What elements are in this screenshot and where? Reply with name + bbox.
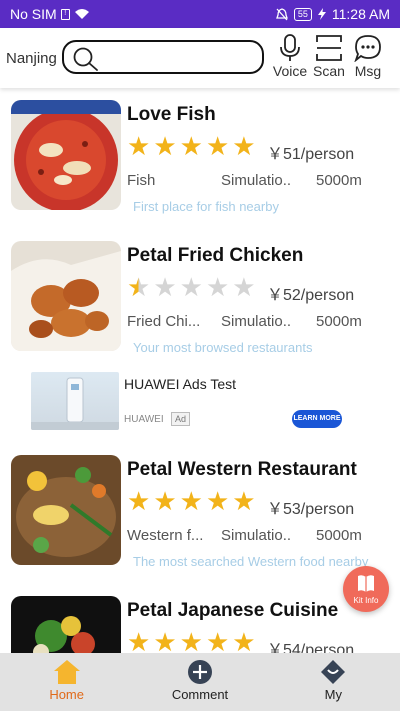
simulation-label: Simulatio..: [221, 527, 292, 544]
home-icon: [53, 660, 80, 684]
book-icon: [358, 575, 374, 592]
star-rating: ★ ★ ★ ★ ★: [127, 629, 256, 655]
profile-diamond-icon: [321, 660, 346, 684]
star-icon: ★: [205, 627, 230, 657]
ad-image: [31, 372, 119, 430]
nav-comment-label: Comment: [171, 687, 229, 702]
distance-label: 5000m: [316, 313, 362, 330]
add-circle-icon: [187, 660, 212, 684]
restaurant-card[interactable]: Petal Western Restaurant ★ ★ ★ ★ ★ ￥53/perso…: [0, 455, 400, 577]
star-icon: ★: [205, 272, 230, 302]
wifi-icon: [74, 9, 89, 19]
price-per-person: ￥51/person: [267, 146, 355, 163]
scan-icon: [316, 35, 342, 61]
bottom-navigation: Home Comment My: [0, 653, 400, 711]
nav-comment[interactable]: Comment: [133, 653, 266, 711]
simulation-label: Simulatio..: [221, 172, 292, 189]
star-icon: ★: [232, 486, 256, 516]
price-per-person: ￥53/person: [267, 501, 355, 518]
star-icon: ★: [179, 131, 203, 161]
star-icon: ★: [179, 272, 203, 302]
distance-label: 5000m: [316, 172, 362, 189]
nav-home[interactable]: Home: [0, 653, 133, 711]
ad-title: HUAWEI Ads Test: [124, 376, 237, 392]
microphone-icon: [280, 34, 300, 61]
battery-icon: 55: [293, 7, 312, 21]
star-icon: ★: [205, 486, 230, 516]
ad-banner[interactable]: HUAWEI Ads Test HUAWEI Ad LEARN MORE: [5, 366, 393, 438]
restaurant-name: Love Fish: [127, 104, 216, 125]
category-label: Western f...: [127, 527, 204, 544]
recommendation-tagline: First place for fish nearby: [133, 199, 279, 214]
chat-bubble-icon: [354, 35, 381, 62]
restaurant-image: [11, 100, 121, 210]
category-label: Fried Chi...: [127, 313, 201, 330]
ad-learn-more-button[interactable]: LEARN MORE: [292, 410, 342, 428]
restaurant-card[interactable]: Love Fish ★ ★ ★ ★ ★ ￥51/person Fish Simulati…: [0, 100, 400, 222]
star-icon: ★: [153, 272, 177, 302]
star-icon: ★: [232, 627, 256, 657]
restaurant-name: Petal Japanese Cuisine: [127, 600, 339, 621]
top-bar: Nanjing Voice Scan Msg: [0, 28, 400, 88]
mute-icon: [275, 7, 288, 20]
search-icon: [73, 47, 98, 71]
star-rating: ★ ★ ★ ★ ★: [127, 488, 256, 514]
star-icon: ★: [179, 486, 203, 516]
star-icon: ★: [127, 131, 151, 161]
scan-label: Scan: [313, 63, 345, 79]
status-bar: No SIM ! 55 11:28 AM: [0, 0, 400, 28]
restaurant-image: [11, 455, 121, 565]
nav-my-label: My: [324, 687, 342, 702]
voice-label: Voice: [272, 63, 308, 79]
msg-label: Msg: [354, 63, 382, 79]
price-per-person: ￥52/person: [267, 287, 355, 304]
star-icon: ★: [232, 272, 256, 302]
message-button[interactable]: Msg: [344, 34, 392, 79]
distance-label: 5000m: [316, 527, 362, 544]
recommendation-tagline: Your most browsed restaurants: [133, 340, 313, 355]
kit-info-label: Kit Info: [353, 596, 379, 605]
nav-home-label: Home: [49, 687, 84, 702]
restaurant-name: Petal Fried Chicken: [127, 245, 304, 266]
star-icon: ★: [153, 486, 177, 516]
search-input[interactable]: [62, 40, 264, 74]
star-icon: ★: [205, 131, 230, 161]
city-selector[interactable]: Nanjing: [6, 50, 57, 67]
nav-my[interactable]: My: [267, 653, 400, 711]
star-icon: ★: [153, 131, 177, 161]
restaurant-name: Petal Western Restaurant: [127, 459, 357, 480]
recommendation-tagline: The most searched Western food nearby: [133, 554, 369, 569]
star-rating: ★ ★ ★ ★ ★: [127, 133, 256, 159]
ad-badge: Ad: [171, 412, 191, 426]
star-icon: ★: [153, 627, 177, 657]
charging-icon: [317, 8, 326, 20]
star-icon: ★: [127, 627, 151, 657]
restaurant-image: [11, 241, 121, 351]
half-star-icon: ★: [127, 272, 151, 302]
star-icon: ★: [179, 627, 203, 657]
kit-info-button[interactable]: Kit Info: [343, 566, 389, 612]
clock: 11:28 AM: [331, 6, 390, 22]
restaurant-card[interactable]: Petal Fried Chicken ★ ★ ★ ★ ★ ￥52/person Fri…: [0, 241, 400, 363]
simulation-label: Simulatio..: [221, 313, 292, 330]
carrier-label: No SIM: [10, 6, 57, 22]
star-rating: ★ ★ ★ ★ ★: [127, 274, 256, 300]
category-label: Fish: [127, 172, 156, 189]
sim-icon: !: [60, 8, 70, 20]
star-icon: ★: [127, 486, 151, 516]
star-icon: ★: [232, 131, 256, 161]
ad-source: HUAWEI: [124, 414, 164, 425]
